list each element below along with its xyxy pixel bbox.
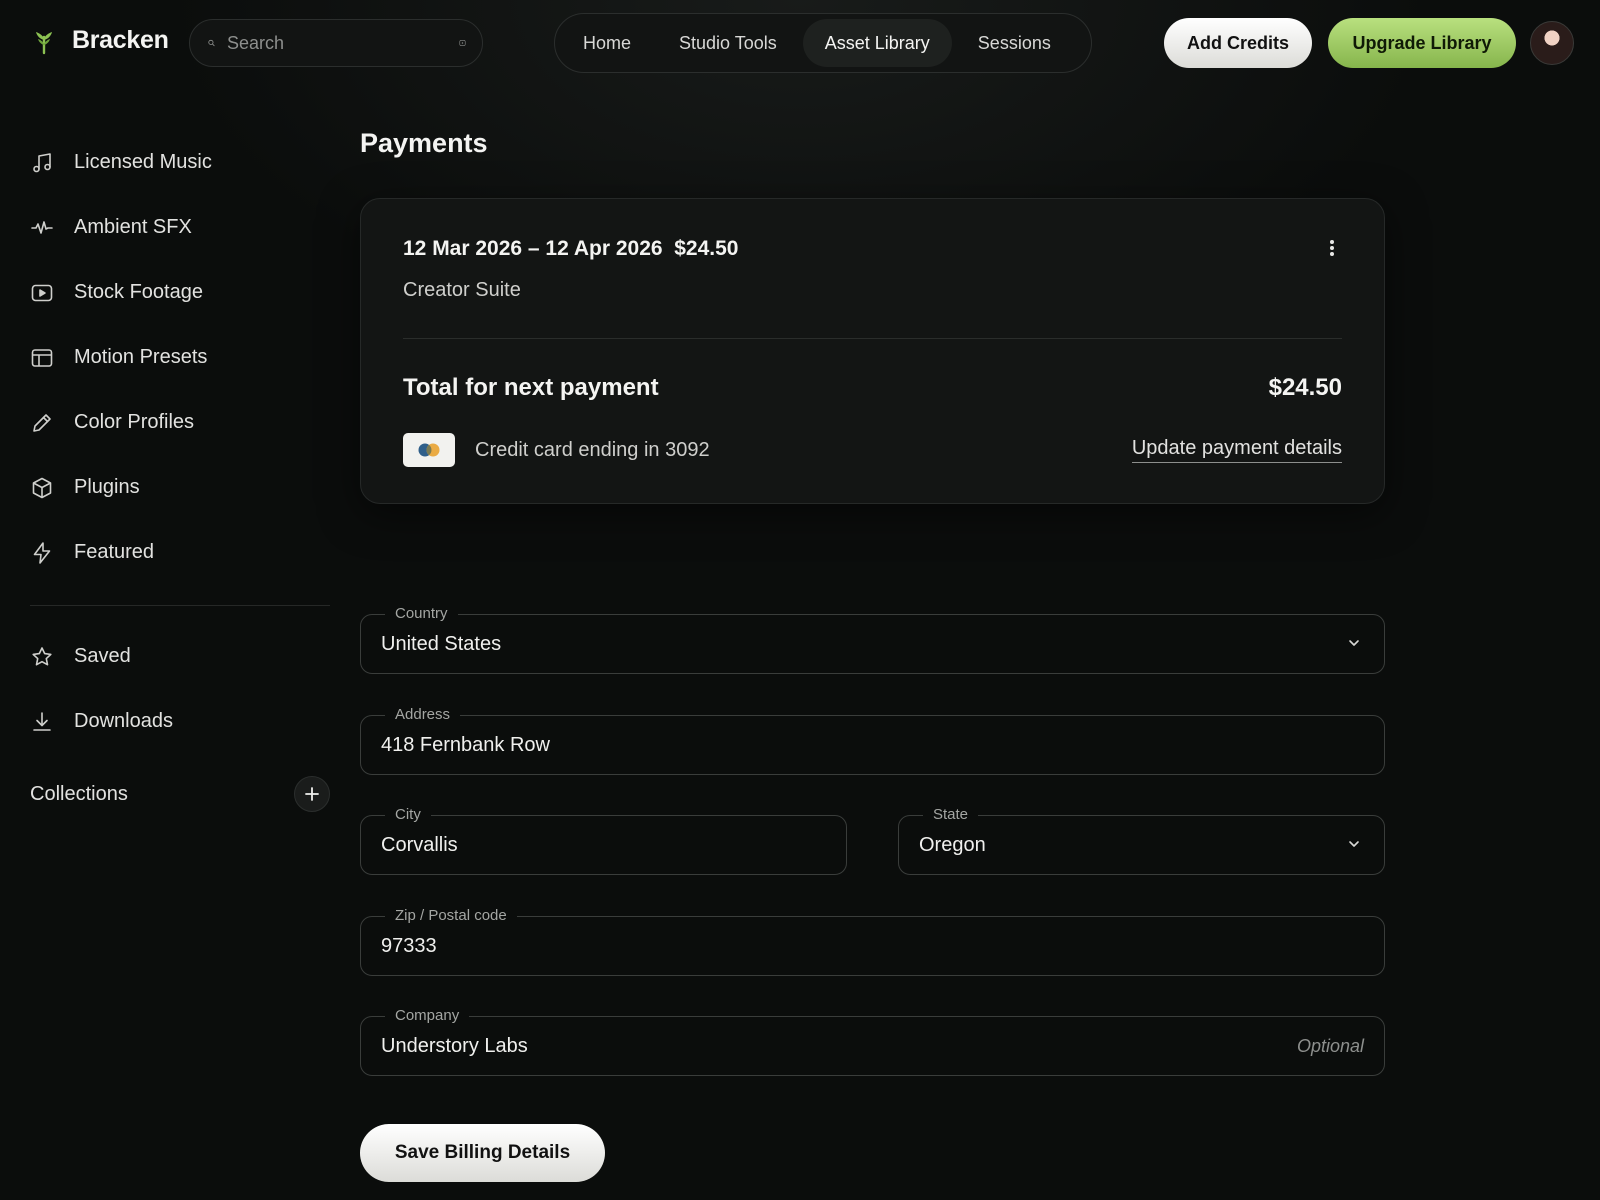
more-options-icon[interactable] xyxy=(1322,237,1342,259)
city-field[interactable]: City Corvallis xyxy=(360,805,847,875)
nav-studio-tools[interactable]: Studio Tools xyxy=(657,19,799,67)
total-amount: $24.50 xyxy=(1268,374,1342,401)
billing-period-amount: $24.50 xyxy=(674,237,739,260)
search-box[interactable] xyxy=(189,19,483,67)
sidebar-item-color-profiles[interactable]: Color Profiles xyxy=(30,390,330,455)
nav-home[interactable]: Home xyxy=(561,19,653,67)
sidebar-item-downloads[interactable]: Downloads xyxy=(30,689,330,754)
pencil-icon xyxy=(33,413,51,432)
sidebar-item-stock-footage[interactable]: Stock Footage xyxy=(30,260,330,325)
state-value: Oregon xyxy=(919,833,986,856)
zip-field[interactable]: Zip / Postal code 97333 xyxy=(360,906,1385,976)
lightning-icon xyxy=(33,541,51,564)
plan-name: Creator Suite xyxy=(403,279,521,301)
search-input[interactable] xyxy=(227,32,459,54)
chevron-down-icon xyxy=(1349,841,1359,847)
sidebar-item-label: Saved xyxy=(74,645,131,667)
star-icon xyxy=(32,646,52,665)
save-billing-button[interactable]: Save Billing Details xyxy=(360,1124,605,1182)
collections-label: Collections xyxy=(30,782,128,805)
sidebar-item-label: Downloads xyxy=(74,710,173,732)
download-icon xyxy=(33,711,51,731)
sidebar-item-label: Motion Presets xyxy=(74,346,208,368)
nav-asset-library[interactable]: Asset Library xyxy=(802,19,952,67)
add-collection-button[interactable] xyxy=(294,776,330,812)
billing-period-dates: 12 Mar 2026 – 12 Apr 2026 xyxy=(403,237,663,260)
address-value: 418 Fernbank Row xyxy=(381,733,550,756)
city-value: Corvallis xyxy=(381,833,458,856)
sidebar-item-licensed-music[interactable]: Licensed Music xyxy=(30,130,330,195)
payment-summary-card: 12 Mar 2026 – 12 Apr 2026 $24.50 Creator… xyxy=(360,198,1385,504)
card-ending-text: Credit card ending in 3092 xyxy=(475,439,710,461)
sidebar-item-label: Plugins xyxy=(74,476,140,498)
company-field[interactable]: Company Understory Labs Optional xyxy=(360,1006,1385,1076)
update-payment-link[interactable]: Update payment details xyxy=(1131,437,1342,463)
sidebar-item-label: Color Profiles xyxy=(74,411,195,433)
sidebar-item-label: Stock Footage xyxy=(74,281,203,303)
sidebar-item-motion-presets[interactable]: Motion Presets xyxy=(30,325,330,390)
page-title: Payments xyxy=(360,128,488,158)
search-icon xyxy=(208,39,215,47)
cube-icon xyxy=(32,477,52,498)
sidebar: Licensed Music Ambient SFX Stock Footage… xyxy=(30,130,330,814)
billing-period: 12 Mar 2026 – 12 Apr 2026 $24.50 xyxy=(403,237,738,261)
nav-sessions[interactable]: Sessions xyxy=(956,19,1073,67)
sidebar-item-featured[interactable]: Featured xyxy=(30,520,330,585)
country-select[interactable]: Country United States xyxy=(360,604,1385,674)
address-field[interactable]: Address 418 Fernbank Row xyxy=(360,705,1385,775)
sidebar-item-label: Featured xyxy=(74,541,155,563)
sidebar-item-saved[interactable]: Saved xyxy=(30,624,330,689)
music-note-icon xyxy=(33,152,51,172)
layout-icon xyxy=(31,348,53,367)
sidebar-divider xyxy=(30,605,330,606)
fern-leaf-icon xyxy=(36,31,52,54)
company-value: Understory Labs xyxy=(381,1034,528,1057)
play-square-icon xyxy=(31,284,53,301)
user-avatar[interactable] xyxy=(1530,21,1574,65)
sidebar-item-plugins[interactable]: Plugins xyxy=(30,455,330,520)
add-credits-button[interactable]: Add Credits xyxy=(1164,18,1312,68)
sidebar-item-label: Ambient SFX xyxy=(74,216,192,238)
zip-value: 97333 xyxy=(381,934,437,957)
brand-logo[interactable]: Bracken xyxy=(30,26,169,55)
main-nav: Home Studio Tools Asset Library Sessions xyxy=(554,13,1092,73)
upgrade-library-button[interactable]: Upgrade Library xyxy=(1328,18,1516,68)
plus-icon xyxy=(305,787,319,801)
optional-hint: Optional xyxy=(1296,1035,1364,1056)
chevron-down-icon xyxy=(1349,640,1359,646)
sidebar-item-label: Licensed Music xyxy=(74,151,212,173)
card-divider xyxy=(403,338,1342,339)
credit-card-icon xyxy=(403,433,455,467)
media-shortcut-icon[interactable] xyxy=(459,34,466,52)
state-select[interactable]: State Oregon xyxy=(898,805,1385,875)
waveform-icon xyxy=(31,220,53,234)
sidebar-item-ambient-sfx[interactable]: Ambient SFX xyxy=(30,195,330,260)
collections-header: Collections xyxy=(30,774,330,814)
top-header: Bracken Home Studio Tools Asset Library … xyxy=(0,0,1600,88)
total-label: Total for next payment xyxy=(403,374,659,401)
country-value: United States xyxy=(381,632,502,655)
brand-name: Bracken xyxy=(72,26,169,54)
